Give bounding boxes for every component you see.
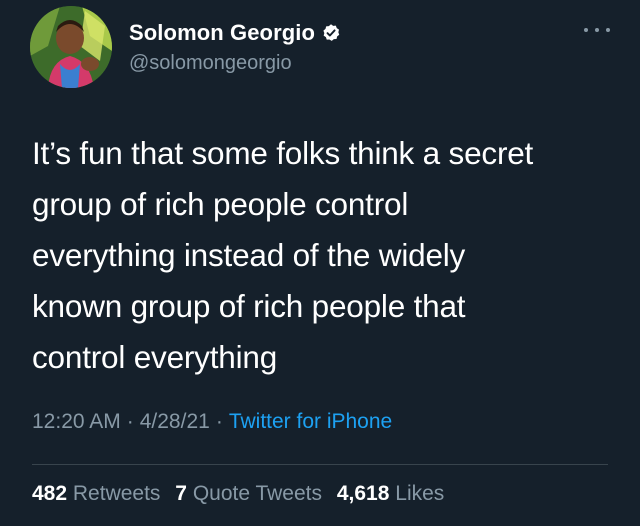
tweet-text-line: It’s fun that some folks think a secret bbox=[32, 135, 534, 171]
tweet-source-link[interactable]: Twitter for iPhone bbox=[229, 410, 392, 433]
tweet-metadata: 12:20 AM · 4/28/21 · Twitter for iPhone bbox=[32, 410, 392, 434]
verified-badge-icon bbox=[323, 24, 340, 41]
retweets-label: Retweets bbox=[72, 482, 161, 505]
more-dot bbox=[584, 28, 588, 32]
likes-label: Likes bbox=[395, 482, 445, 505]
more-options-icon[interactable] bbox=[584, 24, 610, 36]
engagement-stats: 482 Retweets 7 Quote Tweets 4,618 Likes bbox=[32, 482, 453, 506]
retweets-stat[interactable]: 482 Retweets bbox=[32, 482, 160, 505]
tweet-text-line: known group of rich people that bbox=[32, 288, 466, 324]
tweet-date[interactable]: 4/28/21 bbox=[140, 410, 210, 433]
meta-separator: · bbox=[126, 410, 134, 433]
tweet-text-line: everything instead of the widely bbox=[32, 237, 466, 273]
profile-photo-icon bbox=[30, 6, 112, 88]
retweets-count: 482 bbox=[32, 482, 68, 505]
likes-count: 4,618 bbox=[336, 482, 390, 505]
avatar[interactable] bbox=[30, 6, 112, 88]
tweet-card: Solomon Georgio @solomongeorgio It’s fun… bbox=[0, 0, 640, 526]
author-handle[interactable]: @solomongeorgio bbox=[129, 52, 292, 75]
quote-tweets-label: Quote Tweets bbox=[192, 482, 323, 505]
likes-stat[interactable]: 4,618 Likes bbox=[337, 482, 444, 505]
tweet-text: It’s fun that some folks think a secret … bbox=[32, 128, 612, 383]
quote-tweets-count: 7 bbox=[175, 482, 187, 505]
more-dot bbox=[595, 28, 599, 32]
more-dot bbox=[606, 28, 610, 32]
quote-tweets-stat[interactable]: 7 Quote Tweets bbox=[175, 482, 322, 505]
tweet-time[interactable]: 12:20 AM bbox=[32, 410, 121, 433]
tweet-text-line: control everything bbox=[32, 339, 278, 375]
divider bbox=[32, 464, 608, 465]
author-name-row[interactable]: Solomon Georgio bbox=[129, 18, 341, 48]
meta-separator: · bbox=[215, 410, 223, 433]
display-name[interactable]: Solomon Georgio bbox=[129, 20, 315, 46]
tweet-text-line: group of rich people control bbox=[32, 186, 409, 222]
